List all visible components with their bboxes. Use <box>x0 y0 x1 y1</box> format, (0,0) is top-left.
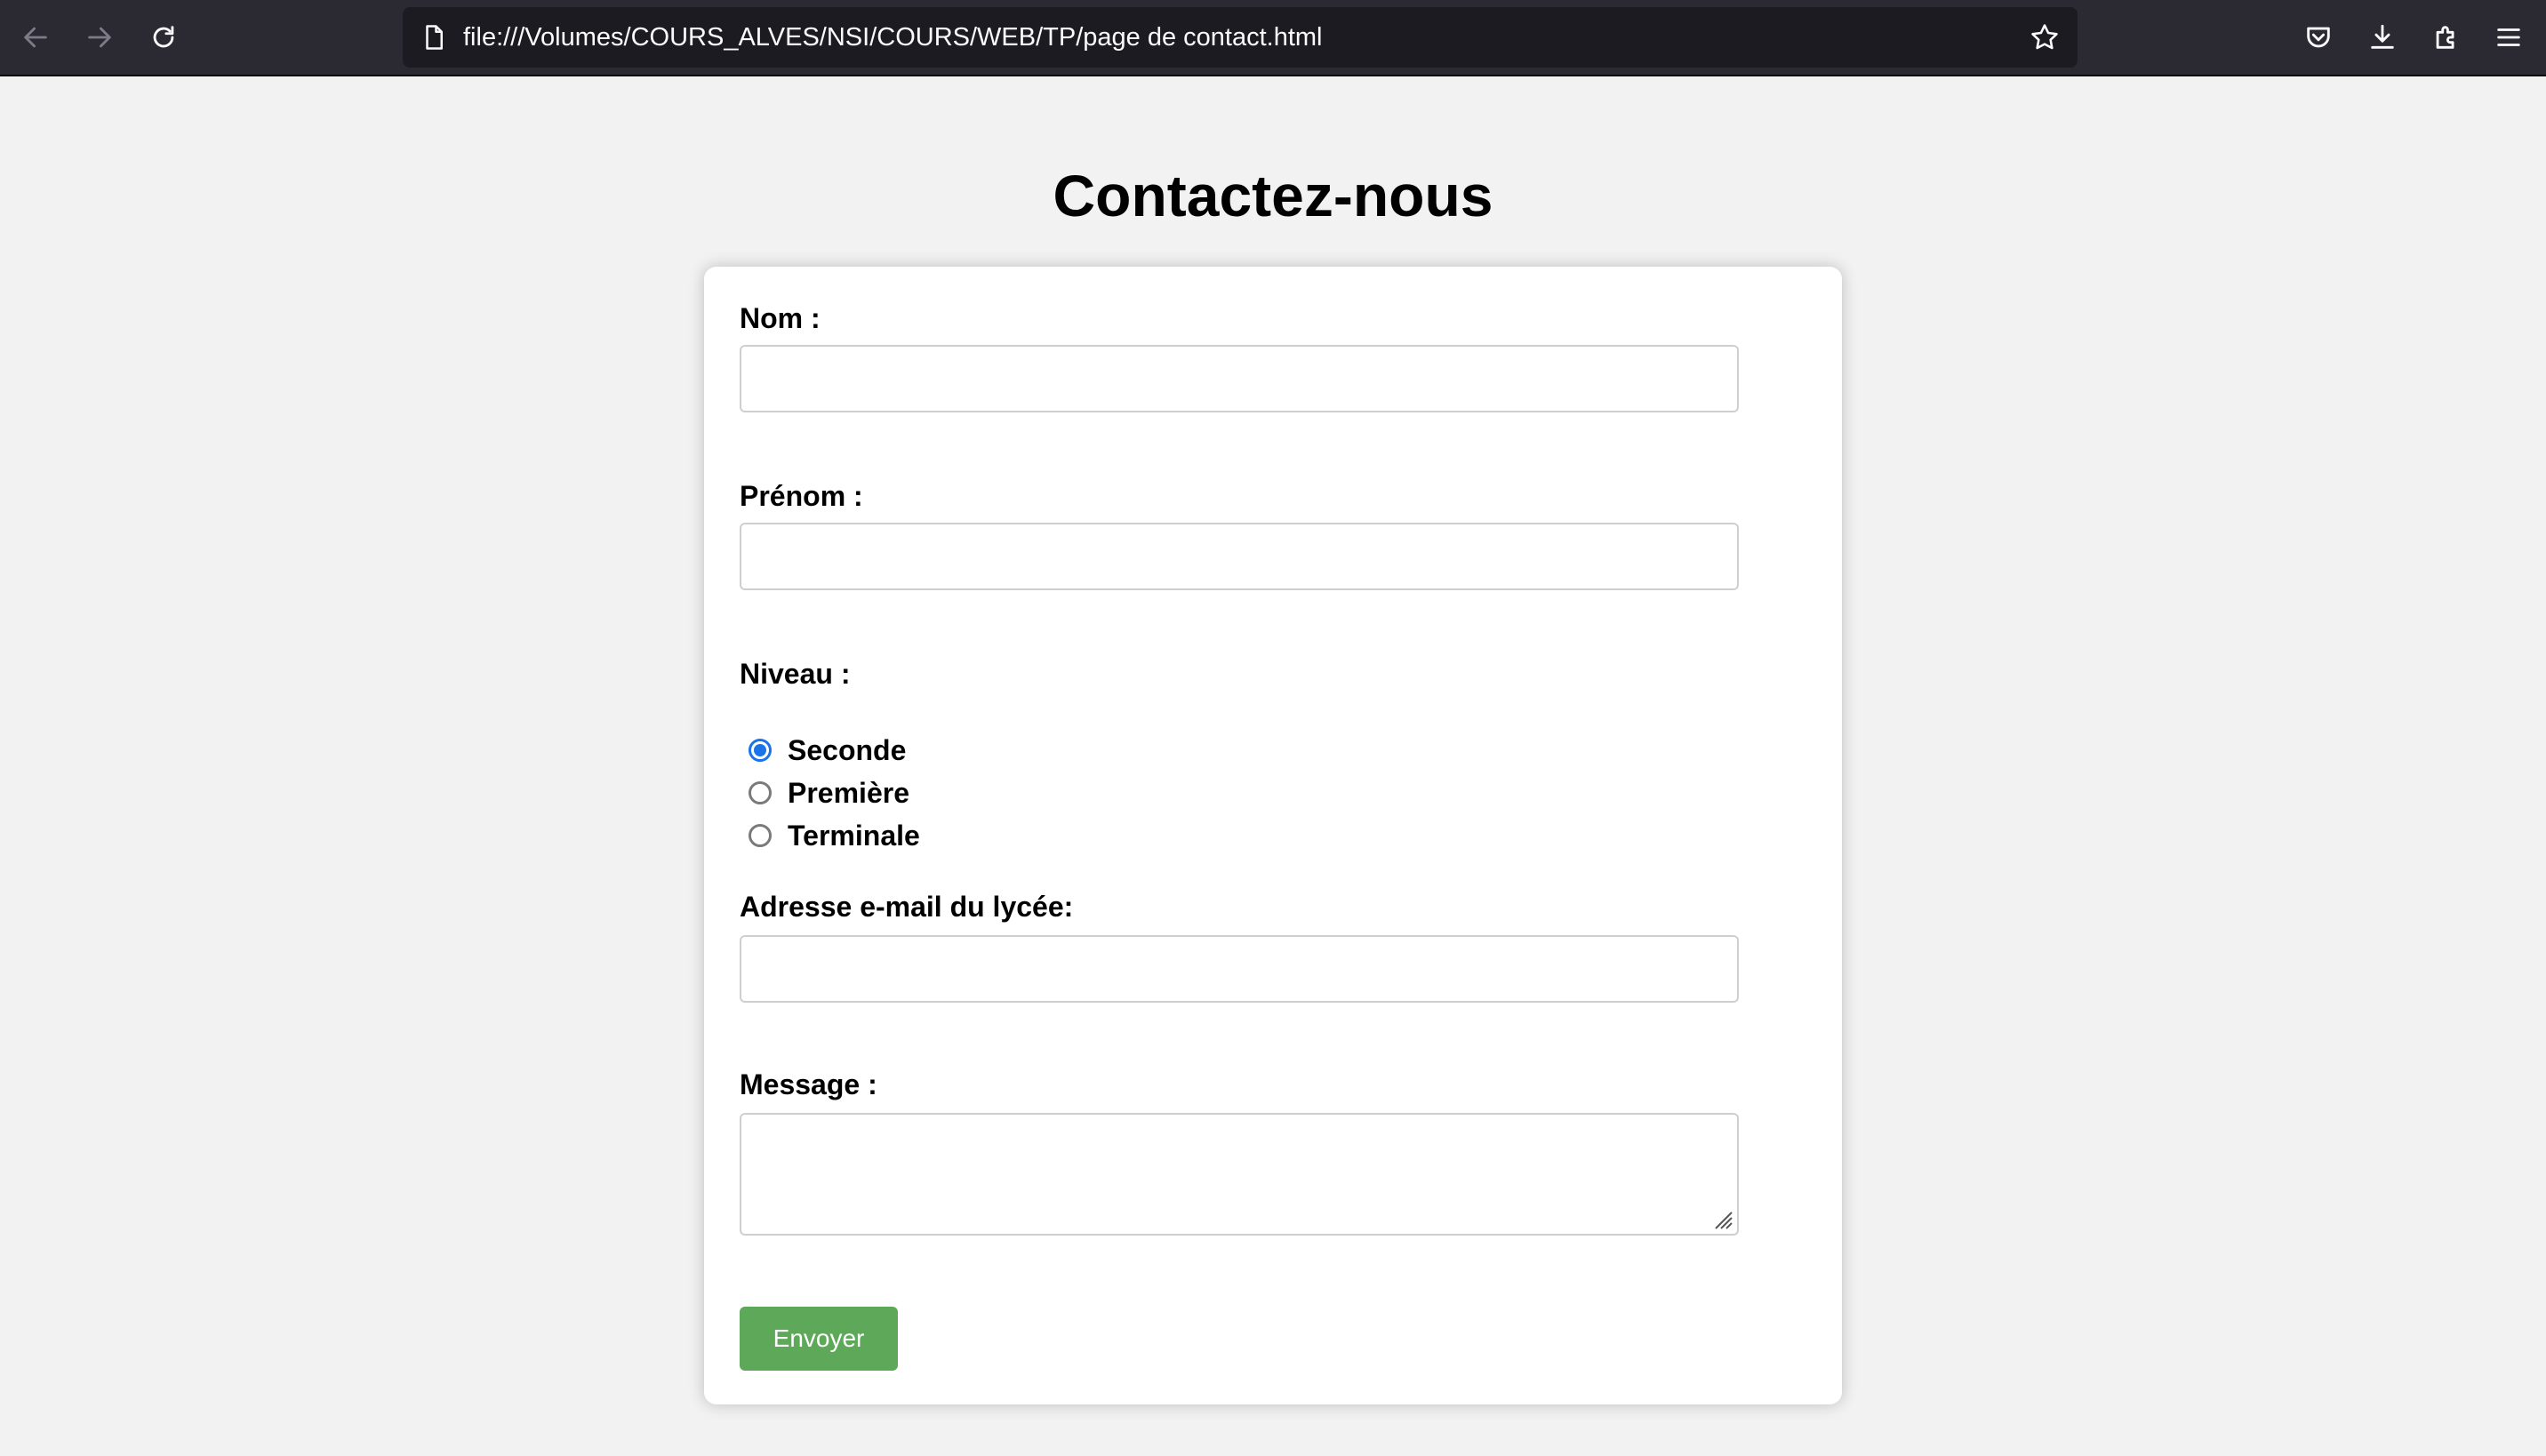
niveau-label: Niveau : <box>740 658 851 690</box>
bookmark-button[interactable] <box>2028 20 2062 54</box>
radio-option-seconde[interactable]: Seconde <box>749 732 906 768</box>
email-input[interactable] <box>740 935 1739 1003</box>
message-textarea[interactable] <box>740 1113 1739 1236</box>
message-field-wrapper <box>740 1113 1739 1236</box>
arrow-right-icon <box>88 27 111 48</box>
puzzle-icon <box>2436 26 2454 49</box>
reload-button[interactable] <box>144 18 183 57</box>
contact-form: Nom : Prénom : Niveau : Seconde Première… <box>704 267 1842 1404</box>
email-label: Adresse e-mail du lycée: <box>740 891 1074 923</box>
url-bar[interactable]: file:///Volumes/COURS_ALVES/NSI/COURS/WE… <box>403 7 2078 68</box>
download-icon <box>2371 24 2394 49</box>
browser-toolbar: file:///Volumes/COURS_ALVES/NSI/COURS/WE… <box>0 0 2546 76</box>
nom-input[interactable] <box>740 345 1739 412</box>
prenom-input[interactable] <box>740 523 1739 590</box>
forward-button[interactable] <box>80 18 119 57</box>
menu-button[interactable] <box>2489 18 2528 57</box>
message-label: Message : <box>740 1068 877 1100</box>
hamburger-menu-icon <box>2497 28 2520 46</box>
back-button[interactable] <box>16 18 55 57</box>
radio-button-seconde[interactable] <box>749 739 772 762</box>
radio-button-premiere[interactable] <box>749 781 772 804</box>
submit-button[interactable]: Envoyer <box>740 1307 898 1371</box>
prenom-label: Prénom : <box>740 480 863 512</box>
nom-label: Nom : <box>740 302 821 334</box>
radio-label-premiere: Première <box>788 776 909 809</box>
pocket-button[interactable] <box>2299 18 2338 57</box>
pocket-icon <box>2307 27 2330 48</box>
radio-button-terminale[interactable] <box>749 824 772 847</box>
page-icon <box>419 22 449 52</box>
radio-label-seconde: Seconde <box>788 733 907 766</box>
radio-option-premiere[interactable]: Première <box>749 775 909 811</box>
url-text: file:///Volumes/COURS_ALVES/NSI/COURS/WE… <box>463 23 1323 52</box>
downloads-button[interactable] <box>2363 18 2402 57</box>
arrow-left-icon <box>24 27 47 48</box>
resize-grip-icon[interactable] <box>1710 1207 1733 1230</box>
star-icon <box>2031 24 2058 50</box>
reload-icon <box>153 26 174 48</box>
radio-option-terminale[interactable]: Terminale <box>749 818 920 853</box>
page-title: Contactez-nous <box>1053 163 1493 228</box>
extensions-button[interactable] <box>2427 18 2466 57</box>
radio-label-terminale: Terminale <box>788 819 920 852</box>
